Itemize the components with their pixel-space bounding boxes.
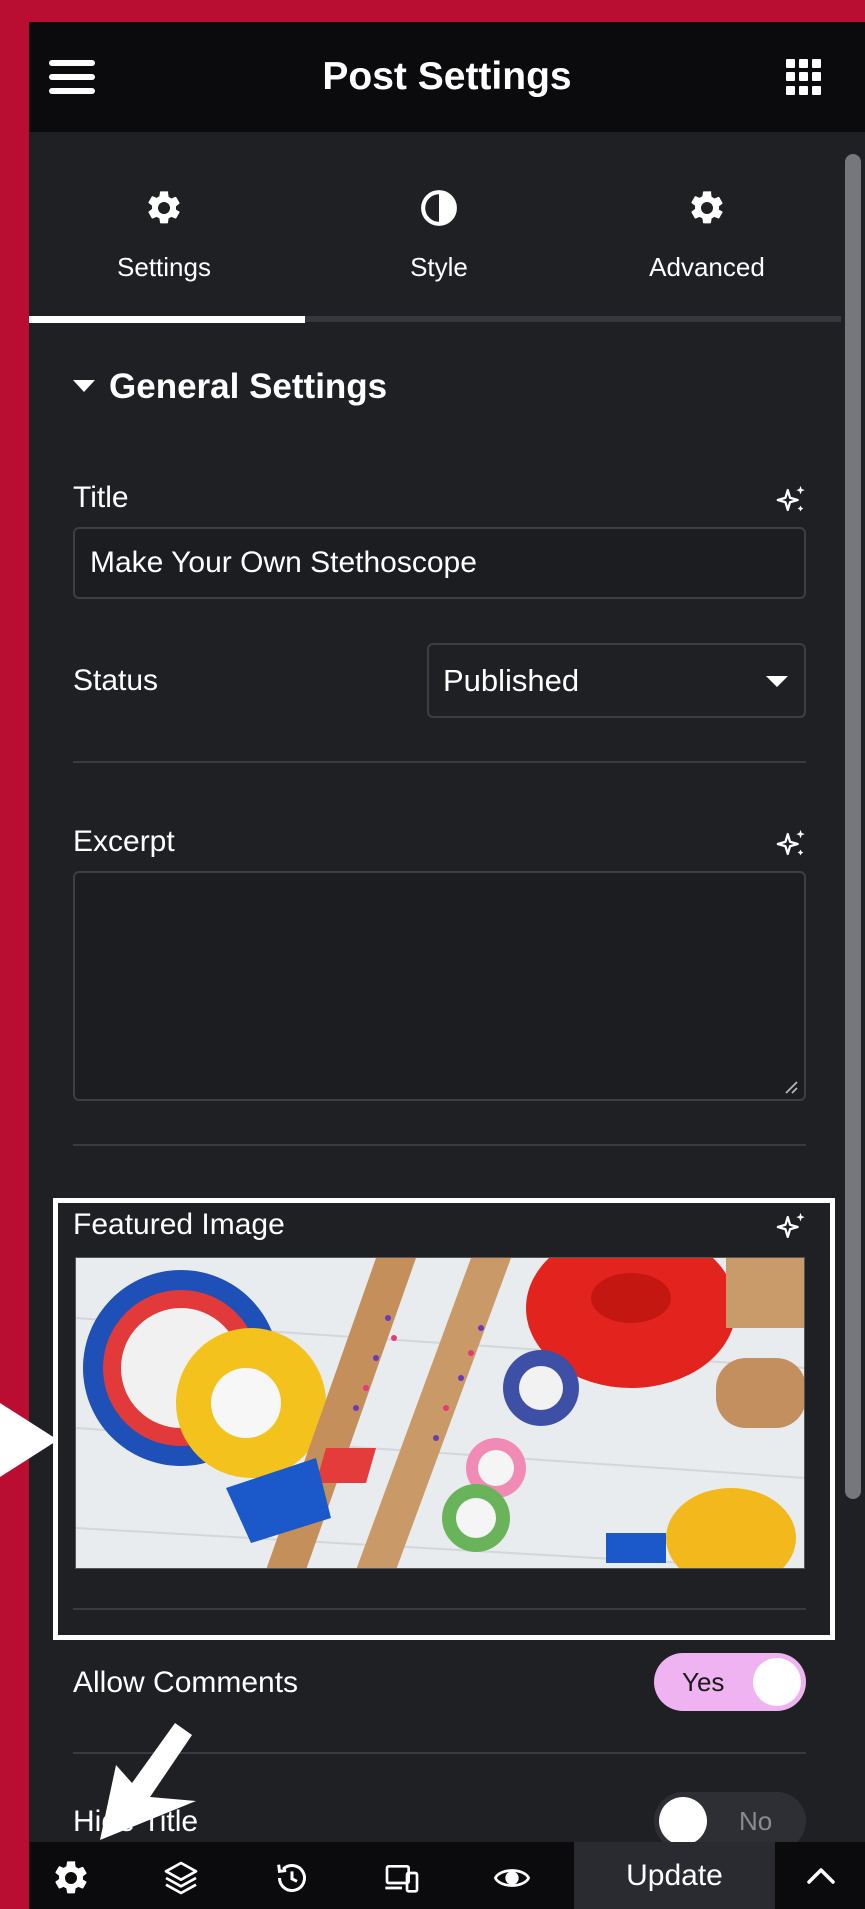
tab-advanced[interactable]: Advanced <box>572 132 842 316</box>
caret-down-icon <box>73 379 95 392</box>
chevron-up-icon[interactable] <box>777 1842 865 1909</box>
sparkle-ai-icon[interactable] <box>775 1210 809 1244</box>
gear-icon <box>148 191 180 224</box>
toggle-state-label: Yes <box>682 1667 725 1697</box>
allow-comments-toggle[interactable]: Yes <box>654 1653 806 1711</box>
toggle-state-label: No <box>739 1806 773 1836</box>
excerpt-textarea[interactable] <box>73 871 806 1101</box>
divider <box>73 1144 806 1146</box>
tab-label: Advanced <box>649 252 765 282</box>
status-label: Status <box>73 664 159 697</box>
half-circle-contrast-icon <box>421 190 457 226</box>
allow-comments-label: Allow Comments <box>73 1666 299 1699</box>
sparkle-ai-icon[interactable] <box>775 483 809 517</box>
featured-image-label: Featured Image <box>73 1208 285 1241</box>
update-button[interactable]: Update <box>574 1842 775 1909</box>
gear-icon[interactable] <box>51 1858 91 1898</box>
scrollbar-thumb[interactable] <box>845 154 861 1499</box>
tab-label: Style <box>410 252 468 282</box>
history-icon[interactable] <box>272 1858 312 1898</box>
top-bar: Post Settings <box>29 22 865 132</box>
divider <box>73 1608 806 1610</box>
sparkle-ai-icon[interactable] <box>775 827 809 861</box>
responsive-devices-icon[interactable] <box>382 1858 422 1898</box>
section-heading: General Settings <box>109 367 388 406</box>
panel-title: Post Settings <box>322 55 572 98</box>
grid-apps-icon[interactable] <box>786 59 822 95</box>
active-tab-indicator <box>29 316 305 323</box>
divider <box>73 761 806 763</box>
resize-handle-icon[interactable] <box>782 1078 798 1094</box>
excerpt-label: Excerpt <box>73 825 175 858</box>
editor-panel: Post Settings Settings Style Advanced Ge… <box>29 22 865 1909</box>
featured-image[interactable] <box>75 1257 805 1569</box>
toggle-knob <box>659 1797 707 1845</box>
cursor-arrow-icon <box>100 1723 196 1840</box>
toggle-knob <box>753 1658 801 1706</box>
gear-icon <box>691 191 723 224</box>
chevron-down-icon <box>766 676 788 687</box>
tab-settings[interactable]: Settings <box>29 132 299 316</box>
status-select[interactable]: Published <box>427 643 806 718</box>
title-label: Title <box>73 481 129 514</box>
tab-label: Settings <box>117 252 211 282</box>
eye-preview-icon[interactable] <box>492 1858 532 1898</box>
pointer-arrow-icon <box>0 1403 58 1477</box>
title-field[interactable]: Make Your Own Stethoscope <box>73 527 806 599</box>
tab-style[interactable]: Style <box>304 132 574 316</box>
tabs: Settings Style Advanced <box>29 132 842 323</box>
section-toggle-general-settings[interactable]: General Settings <box>73 367 387 407</box>
layers-icon[interactable] <box>161 1858 201 1898</box>
status-value: Published <box>443 663 580 698</box>
featured-image-illustration <box>76 1258 804 1568</box>
